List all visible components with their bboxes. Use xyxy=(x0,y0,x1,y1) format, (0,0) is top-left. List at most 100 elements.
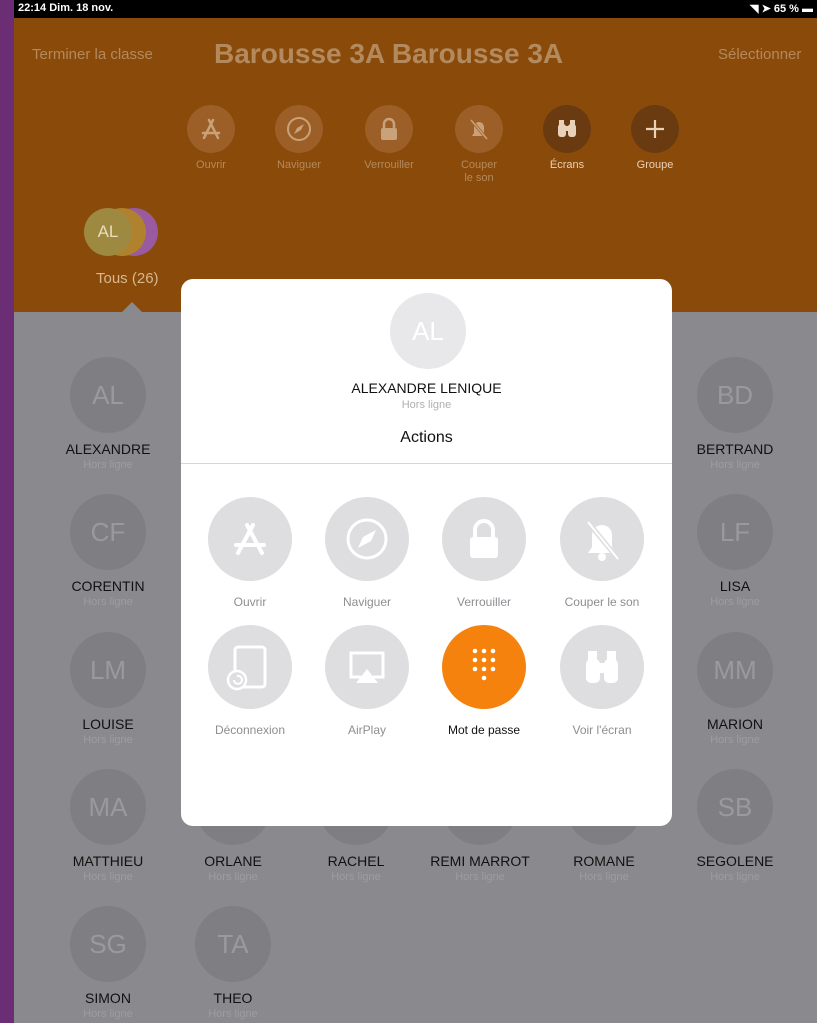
student-name: REMI MARROT xyxy=(430,853,530,869)
student-status: Hors ligne xyxy=(455,871,505,883)
lock-icon xyxy=(381,117,397,140)
student-name: ROMANE xyxy=(573,853,635,869)
battery-percent: 65 % xyxy=(773,3,799,15)
mute-bell-icon xyxy=(586,520,620,561)
student-status: Hors ligne xyxy=(83,734,133,746)
actions-title: Actions xyxy=(400,429,453,446)
student-status: Hors ligne xyxy=(401,399,452,411)
toolbar-lock-button[interactable]: Verrouiller xyxy=(354,105,424,172)
action-label: Ouvrir xyxy=(233,595,267,609)
toolbar-label: Ouvrir xyxy=(196,159,226,171)
toolbar-navigate-button[interactable]: Naviguer xyxy=(264,105,334,172)
student-name: SIMON xyxy=(85,990,131,1006)
status-bar: 22:14 Dim. 18 nov. ◥ ➤ 65 % ▬ xyxy=(14,0,817,18)
action-label: Voir l'écran xyxy=(572,723,632,737)
class-header: 22:14 Dim. 18 nov. ◥ ➤ 65 % ▬ Terminer l… xyxy=(14,0,817,312)
avatar: LM xyxy=(70,632,146,708)
action-label: Couper le son xyxy=(564,595,640,609)
action-logout-button[interactable]: Déconnexion xyxy=(191,625,309,737)
student-name: SEGOLENE xyxy=(696,853,774,869)
logout-tablet-icon xyxy=(226,645,267,691)
student-tile[interactable]: MA MATTHIEU Hors ligne xyxy=(48,769,168,883)
student-avatar: AL xyxy=(390,293,466,369)
tab-indicator xyxy=(122,302,142,312)
wifi-icon: ◥ xyxy=(750,3,759,15)
toolbar-screens-button[interactable]: Écrans xyxy=(532,105,602,172)
toolbar-group-button[interactable]: Groupe xyxy=(620,105,690,172)
airplay-icon xyxy=(349,651,385,683)
student-name: ORLANE xyxy=(204,853,262,869)
action-open-button[interactable]: Ouvrir xyxy=(191,497,309,609)
student-status: Hors ligne xyxy=(83,459,133,471)
toolbar-label: Naviguer xyxy=(276,159,322,171)
keypad-icon xyxy=(472,648,496,681)
location-icon: ➤ xyxy=(761,3,771,15)
student-full-name: ALEXANDRE LENIQUE xyxy=(351,380,502,396)
status-indicators: ◥ ➤ 65 % ▬ xyxy=(750,2,813,15)
class-title: Barousse 3A Barousse 3A xyxy=(214,38,564,69)
mute-bell-icon xyxy=(469,119,489,140)
student-name: BERTRAND xyxy=(696,441,774,457)
student-tile[interactable]: SG SIMON Hors ligne xyxy=(48,906,168,1020)
student-tile[interactable]: MM MARION Hors ligne xyxy=(675,632,795,746)
avatar: CF xyxy=(70,494,146,570)
student-status: Hors ligne xyxy=(208,871,258,883)
toolbar-label: Couper le son xyxy=(460,159,498,184)
student-status: Hors ligne xyxy=(83,1008,133,1020)
student-name: CORENTIN xyxy=(71,578,145,594)
binoculars-icon xyxy=(586,651,618,683)
avatar: LF xyxy=(697,494,773,570)
student-tile[interactable]: LF LISA Hors ligne xyxy=(675,494,795,608)
action-label: Verrouiller xyxy=(456,595,512,609)
student-status: Hors ligne xyxy=(208,1008,258,1020)
action-label: Naviguer xyxy=(342,595,392,609)
student-tile[interactable]: AL ALEXANDRE Hors ligne xyxy=(48,357,168,471)
action-lock-button[interactable]: Verrouiller xyxy=(425,497,543,609)
end-class-button[interactable]: Terminer la classe xyxy=(32,46,153,63)
student-status: Hors ligne xyxy=(710,734,760,746)
toolbar-open-button[interactable]: Ouvrir xyxy=(176,105,246,172)
toolbar-mute-button[interactable]: Couper le son xyxy=(444,105,514,185)
action-navigate-button[interactable]: Naviguer xyxy=(308,497,426,609)
student-tile[interactable]: CF CORENTIN Hors ligne xyxy=(48,494,168,608)
status-time: 22:14 Dim. 18 nov. xyxy=(18,2,114,14)
action-label: AirPlay xyxy=(347,723,386,737)
compass-icon xyxy=(287,117,311,141)
student-status: Hors ligne xyxy=(83,596,133,608)
action-password-button[interactable]: Mot de passe xyxy=(425,625,543,737)
divider xyxy=(181,463,672,464)
toolbar-label: Écrans xyxy=(549,159,585,171)
avatar: TA xyxy=(195,906,271,982)
action-view-screen-button[interactable]: Voir l'écran xyxy=(543,625,661,737)
group-label: Tous (26) xyxy=(96,270,159,287)
app-store-icon xyxy=(201,118,221,140)
student-tile[interactable]: TA THEO Hors ligne xyxy=(173,906,293,1020)
compass-icon xyxy=(346,518,388,560)
action-mute-button[interactable]: Couper le son xyxy=(543,497,661,609)
group-avatar: AL xyxy=(84,208,132,256)
binoculars-icon xyxy=(558,120,576,137)
avatar: MM xyxy=(697,632,773,708)
toolbar-label: Groupe xyxy=(636,159,674,171)
avatar: AL xyxy=(70,357,146,433)
student-name: MARION xyxy=(707,716,763,732)
action-airplay-button[interactable]: AirPlay xyxy=(308,625,426,737)
student-status: Hors ligne xyxy=(710,871,760,883)
avatar: SG xyxy=(70,906,146,982)
avatar: MA xyxy=(70,769,146,845)
student-tile[interactable]: BD BERTRAND Hors ligne xyxy=(675,357,795,471)
student-name: MATTHIEU xyxy=(72,853,144,869)
student-status: Hors ligne xyxy=(83,871,133,883)
plus-icon xyxy=(646,120,664,138)
app-store-icon xyxy=(234,523,266,555)
action-label: Déconnexion xyxy=(214,723,286,737)
student-tile[interactable]: LM LOUISE Hors ligne xyxy=(48,632,168,746)
action-label: Mot de passe xyxy=(447,723,521,737)
avatar: BD xyxy=(697,357,773,433)
avatar: SB xyxy=(697,769,773,845)
student-status: Hors ligne xyxy=(710,596,760,608)
student-tile[interactable]: SB SEGOLENE Hors ligne xyxy=(675,769,795,883)
student-status: Hors ligne xyxy=(710,459,760,471)
student-name: LISA xyxy=(719,578,751,594)
select-button[interactable]: Sélectionner xyxy=(718,46,801,63)
